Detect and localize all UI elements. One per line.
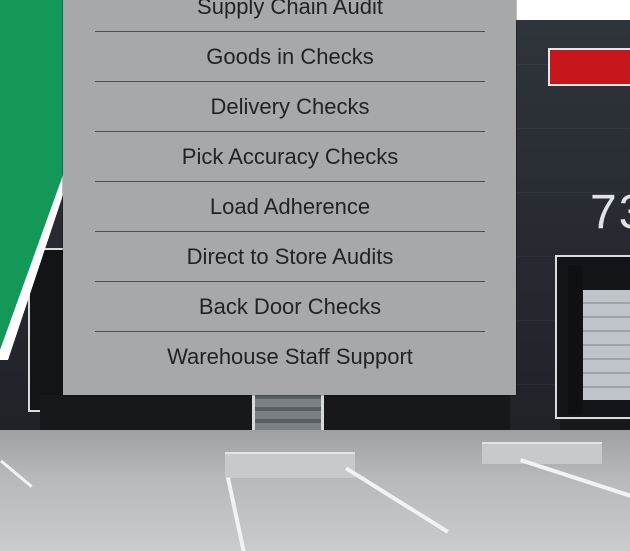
- menu-item-label: Load Adherence: [209, 193, 371, 219]
- concrete-step: [225, 452, 355, 478]
- dock-seal-right: [568, 265, 582, 415]
- roller-door-right: [583, 290, 630, 400]
- menu-item-pick-accuracy-checks[interactable]: Pick Accuracy Checks: [95, 132, 485, 182]
- menu-item-direct-to-store-audits[interactable]: Direct to Store Audits: [95, 232, 485, 282]
- menu-item-delivery-checks[interactable]: Delivery Checks: [95, 82, 485, 132]
- concrete-step-right: [482, 442, 602, 464]
- menu-item-label: Direct to Store Audits: [186, 243, 394, 269]
- menu-item-back-door-checks[interactable]: Back Door Checks: [95, 282, 485, 332]
- menu-item-label: Pick Accuracy Checks: [181, 143, 399, 169]
- red-sign-panel: [548, 48, 630, 86]
- menu-item-label: Warehouse Staff Support: [167, 344, 413, 369]
- menu-item-load-adherence[interactable]: Load Adherence: [95, 182, 485, 232]
- services-dropdown-menu: Supply Chain Audit Goods in Checks Deliv…: [63, 0, 516, 395]
- services-menu-list: Supply Chain Audit Goods in Checks Deliv…: [95, 0, 485, 382]
- menu-item-warehouse-staff-support[interactable]: Warehouse Staff Support: [95, 332, 485, 382]
- menu-item-label: Goods in Checks: [206, 43, 374, 69]
- menu-item-label: Delivery Checks: [210, 93, 370, 119]
- menu-item-goods-in-checks[interactable]: Goods in Checks: [95, 32, 485, 82]
- menu-item-label: Back Door Checks: [198, 293, 382, 319]
- building-number: 73: [590, 186, 630, 239]
- menu-item-label: Supply Chain Audit: [197, 0, 383, 19]
- menu-item-supply-chain-audit[interactable]: Supply Chain Audit: [95, 0, 485, 32]
